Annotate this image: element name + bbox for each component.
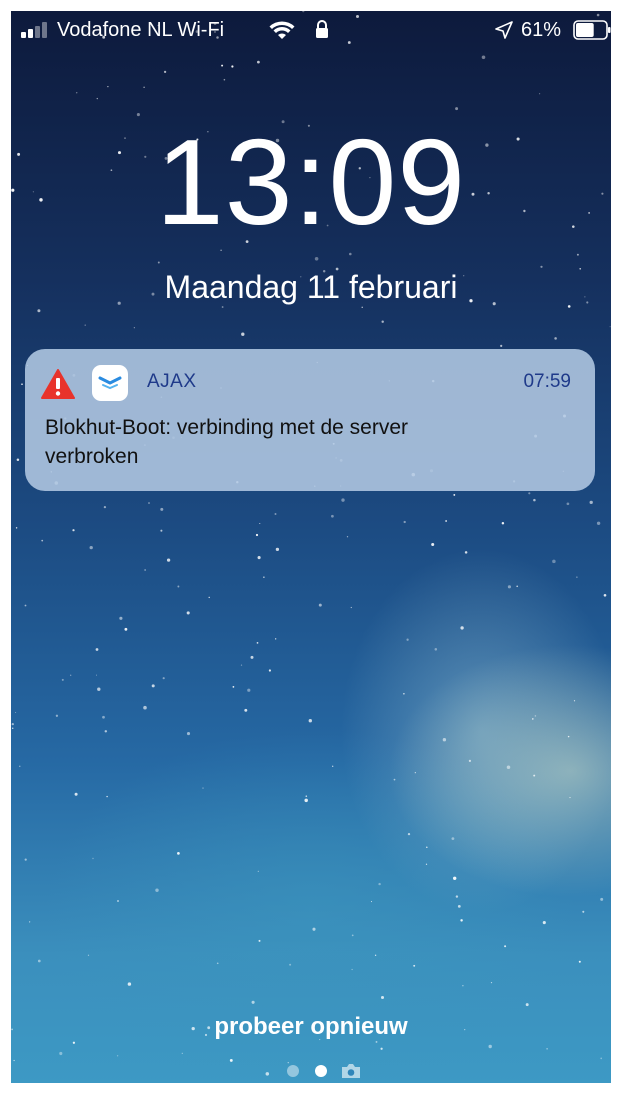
notification-card[interactable]: AJAX 07:59 Blokhut-Boot: verbinding met … [25,349,595,491]
lock-screen-time: 13:09 [155,114,467,250]
battery-percentage: 61% [521,19,562,41]
page-dot-1 [287,1065,299,1077]
carrier-name: Vodafone NL Wi-Fi [57,19,225,41]
lock-screen-date: Maandag 11 februari [164,269,458,305]
lock-icon [316,20,328,38]
warning-triangle-icon [41,369,75,399]
notification-time: 07:59 [523,371,571,392]
ajax-app-icon [92,365,128,401]
camera-icon[interactable] [341,1063,361,1079]
notification-message: Blokhut-Boot: verbinding met de server v… [45,416,409,468]
notification-app-name: AJAX [147,371,197,392]
status-bar: Vodafone NL Wi-Fi 61% [11,11,611,51]
page-dot-2-active [315,1065,327,1077]
signal-bars-icon [21,22,47,38]
location-arrow-icon [495,21,513,39]
page-indicator[interactable] [11,1061,611,1081]
retry-hint[interactable]: probeer opnieuw [11,1013,611,1041]
battery-icon [573,20,611,40]
wifi-icon [269,21,295,39]
lock-screen: Vodafone NL Wi-Fi 61% 13:09 Maandag 11 f… [11,11,611,1083]
